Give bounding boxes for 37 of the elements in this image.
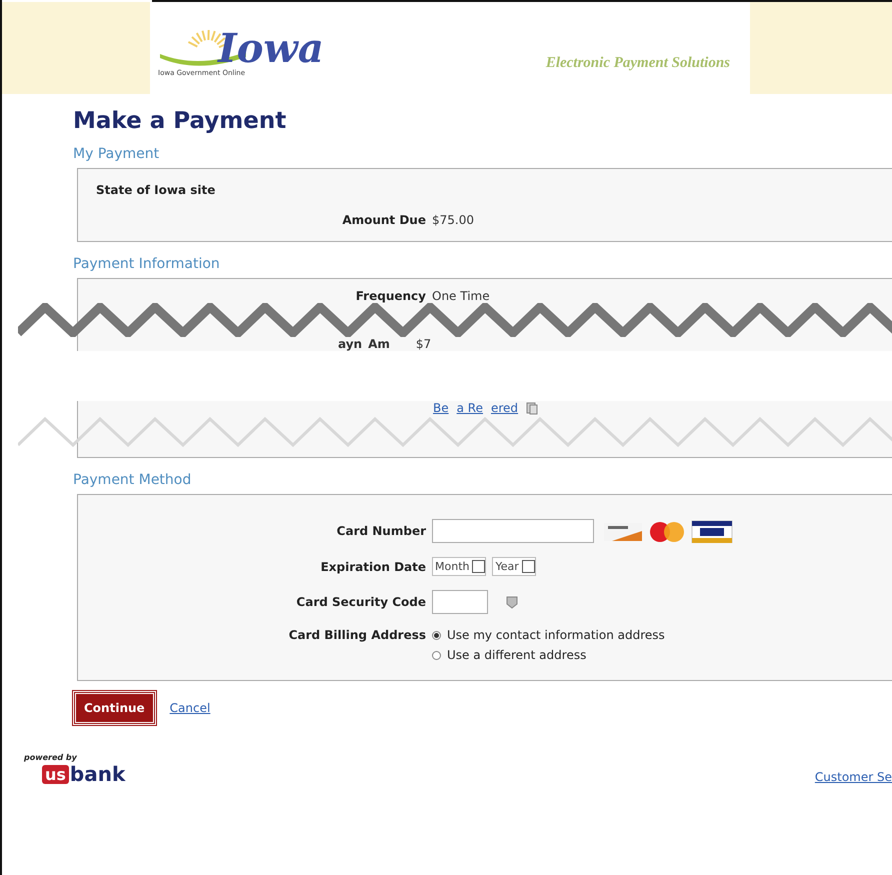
cancel-link[interactable]: Cancel xyxy=(170,701,210,715)
section-heading: My Payment xyxy=(73,146,160,162)
help-icon[interactable] xyxy=(506,596,518,608)
page-title: Make a Payment xyxy=(73,108,288,134)
field-label: ayn xyxy=(338,337,362,351)
field-label: Card Billing Address xyxy=(288,628,426,642)
link[interactable]: a Re xyxy=(456,401,483,415)
field-label: Expiration Date xyxy=(320,560,426,574)
header-title: Electronic Payment Solutions xyxy=(546,54,730,72)
card-number-field[interactable] xyxy=(432,519,594,543)
section-heading: Payment Method xyxy=(73,472,192,488)
bank-logo-text: bank xyxy=(70,762,126,786)
radio-label: Use my contact information address xyxy=(447,628,665,642)
continue-button[interactable]: Continue xyxy=(73,691,156,725)
radio-label: Use a different address xyxy=(447,648,586,662)
field-label: Am xyxy=(368,337,390,351)
field-label: Card Security Code xyxy=(296,595,426,609)
link[interactable]: Be xyxy=(433,401,449,415)
field-label: Amount Due xyxy=(342,213,426,227)
section-heading: Payment Information xyxy=(73,256,221,272)
field-value: $7 xyxy=(416,337,432,351)
link[interactable]: ered xyxy=(490,401,518,415)
document-icon xyxy=(526,402,538,414)
bank-logo-badge: us xyxy=(42,764,69,784)
customer-service-link[interactable]: Customer Se xyxy=(814,770,892,784)
dropdown[interactable]: Year xyxy=(492,557,536,576)
field-value: One Time xyxy=(432,289,491,303)
field-label: Card Number xyxy=(336,524,426,538)
field-value: $75.00 xyxy=(432,213,475,227)
logo-wordmark: Iowa xyxy=(218,29,324,69)
dropdown[interactable]: Month xyxy=(432,557,486,576)
radio-button[interactable] xyxy=(432,630,441,640)
security-code-field[interactable] xyxy=(432,590,488,614)
field-label: Frequency xyxy=(356,289,426,303)
site-name: State of Iowa site xyxy=(96,183,216,197)
powered-by-text: powered by xyxy=(24,753,78,762)
radio-button[interactable] xyxy=(432,650,441,660)
